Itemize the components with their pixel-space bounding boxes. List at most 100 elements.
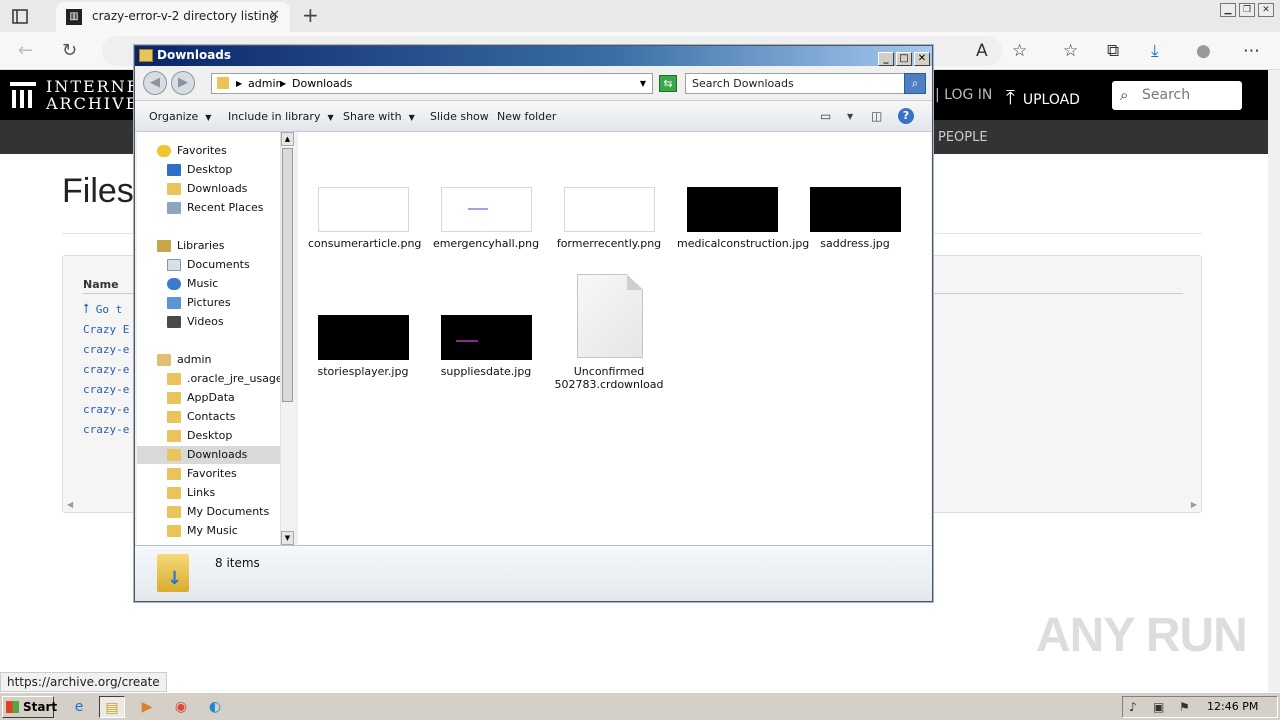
breadcrumb-separator-icon[interactable]: ▶ bbox=[280, 74, 286, 93]
read-aloud-icon[interactable]: A bbox=[976, 41, 988, 61]
explorer-maximize-button[interactable]: □ bbox=[896, 52, 912, 66]
close-button[interactable]: ✕ bbox=[1258, 3, 1274, 17]
ie-icon[interactable]: e bbox=[66, 696, 92, 718]
list-item[interactable]: crazy-e bbox=[83, 423, 129, 436]
nav-label: AppData bbox=[187, 391, 235, 404]
help-icon[interactable]: ? bbox=[898, 108, 914, 124]
taskbar: Start e ▤ ▶ ◉ ◐ ♪ ▣ ⚑ 12:46 PM bbox=[0, 692, 1280, 720]
edge-icon[interactable]: ◐ bbox=[202, 696, 228, 718]
music-icon bbox=[167, 278, 181, 290]
minimize-button[interactable]: ▁ bbox=[1220, 3, 1236, 17]
profile-icon[interactable]: ● bbox=[1196, 41, 1211, 61]
back-arrow-icon[interactable]: ◀ bbox=[143, 71, 167, 95]
file-item[interactable]: suppliesdate.jpg bbox=[431, 315, 541, 385]
share-with-menu[interactable]: Share with ▼ bbox=[343, 110, 415, 123]
explorer-title-bar[interactable]: Downloads _ □ ✕ bbox=[135, 46, 932, 66]
archive-favicon-icon: ▥ bbox=[66, 9, 82, 25]
scroll-up-icon[interactable]: ▲ bbox=[281, 132, 294, 146]
explorer-minimize-button[interactable]: _ bbox=[878, 52, 894, 66]
volume-icon[interactable]: ♪ bbox=[1129, 700, 1137, 714]
archive-search-input[interactable]: ⌕ Search bbox=[1112, 81, 1242, 110]
nav-label: Documents bbox=[187, 258, 250, 271]
upload-button[interactable]: ⤒ UPLOAD bbox=[1006, 85, 1080, 109]
start-button[interactable]: Start bbox=[2, 696, 57, 718]
preview-pane-icon[interactable]: ◫ bbox=[871, 109, 882, 123]
desktop-folder-icon bbox=[167, 430, 181, 442]
list-item[interactable]: crazy-e bbox=[83, 363, 129, 376]
tab-actions-icon[interactable] bbox=[8, 5, 32, 27]
archive-logo-icon[interactable] bbox=[10, 82, 36, 108]
column-header-name[interactable]: Name bbox=[83, 278, 119, 291]
collections-icon[interactable]: ⧉ bbox=[1107, 41, 1119, 61]
refresh-icon[interactable]: ↻ bbox=[62, 40, 77, 61]
media-player-icon[interactable]: ▶ bbox=[134, 696, 160, 718]
breadcrumb-admin[interactable]: admin bbox=[248, 74, 282, 93]
search-icon[interactable]: ⌕ bbox=[904, 73, 926, 94]
new-tab-button[interactable]: + bbox=[302, 3, 319, 27]
slide-show-button[interactable]: Slide show bbox=[430, 110, 489, 123]
organize-menu[interactable]: Organize ▼ bbox=[149, 110, 211, 123]
nav-pane-scrollbar[interactable]: ▲ ▼ bbox=[280, 132, 294, 545]
status-url: https://archive.org/create bbox=[0, 672, 167, 692]
flag-icon[interactable]: ⚑ bbox=[1179, 700, 1190, 714]
change-view-icon[interactable]: ▭ bbox=[820, 109, 831, 123]
downloads-folder-icon bbox=[217, 77, 229, 89]
login-link[interactable]: | LOG IN bbox=[935, 87, 992, 103]
page-scrollbar[interactable] bbox=[1268, 70, 1280, 692]
list-item[interactable]: crazy-e bbox=[83, 383, 129, 396]
folder-icon bbox=[167, 373, 181, 385]
address-dropdown-icon[interactable]: ▼ bbox=[640, 74, 646, 93]
view-dropdown-icon[interactable]: ▼ bbox=[847, 112, 853, 121]
breadcrumb-downloads[interactable]: Downloads bbox=[292, 74, 352, 93]
browser-tab[interactable]: ▥ crazy-error-v-2 directory listing ✕ bbox=[56, 2, 290, 32]
tab-close-icon[interactable]: ✕ bbox=[269, 8, 280, 23]
explorer-icon[interactable]: ▤ bbox=[99, 696, 125, 718]
nav-folder-downloads[interactable]: Downloads bbox=[137, 446, 280, 464]
file-name: emergencyhall.png bbox=[432, 237, 540, 250]
upload-label: UPLOAD bbox=[1022, 92, 1080, 108]
explorer-search-input[interactable]: Search Downloads ⌕ bbox=[685, 73, 926, 94]
file-item[interactable]: formerrecently.png bbox=[554, 187, 664, 267]
parent-directory-link[interactable]: ⭡ Go t bbox=[83, 302, 122, 317]
favorites-icon[interactable]: ☆ bbox=[1063, 41, 1078, 61]
more-icon[interactable]: ⋯ bbox=[1243, 41, 1260, 61]
archive-logo-text[interactable]: INTERNE ARCHIVE bbox=[46, 78, 140, 112]
scroll-thumb[interactable] bbox=[282, 148, 293, 402]
scroll-left-icon[interactable]: ◀ bbox=[67, 500, 73, 509]
scroll-down-icon[interactable]: ▼ bbox=[281, 531, 294, 545]
explorer-address-bar[interactable]: ▶ admin ▶ Downloads ▼ bbox=[211, 73, 653, 94]
include-in-library-label: Include in library bbox=[228, 110, 321, 123]
page-title: Files bbox=[62, 172, 134, 210]
list-item[interactable]: crazy-e bbox=[83, 343, 129, 356]
list-item[interactable]: Crazy E bbox=[83, 323, 129, 336]
breadcrumb-separator-icon[interactable]: ▶ bbox=[236, 74, 242, 93]
scroll-right-icon[interactable]: ▶ bbox=[1191, 500, 1197, 509]
refresh-icon[interactable]: ⇆ bbox=[659, 75, 677, 92]
clock[interactable]: 12:46 PM bbox=[1207, 700, 1258, 713]
file-item[interactable]: medicalconstruction.jpg bbox=[677, 187, 809, 267]
chevron-down-icon: ▼ bbox=[327, 113, 334, 122]
nav-people-link[interactable]: PEOPLE bbox=[938, 130, 988, 145]
file-item[interactable]: emergencyhall.png bbox=[431, 187, 541, 267]
item-count: 8 items bbox=[215, 556, 260, 570]
file-item[interactable]: Unconfirmed 502783.crdownload bbox=[554, 274, 664, 392]
nav-label: .oracle_jre_usage bbox=[187, 372, 283, 385]
chrome-icon[interactable]: ◉ bbox=[168, 696, 194, 718]
search-placeholder: Search bbox=[1142, 87, 1191, 103]
add-favorite-icon[interactable]: ☆ bbox=[1012, 41, 1027, 61]
file-item[interactable]: saddress.jpg bbox=[800, 187, 910, 267]
new-folder-button[interactable]: New folder bbox=[497, 110, 556, 123]
back-icon[interactable]: ← bbox=[18, 40, 33, 61]
image-thumbnail bbox=[318, 315, 409, 360]
file-item[interactable]: consumerarticle.png bbox=[308, 187, 421, 267]
list-item[interactable]: crazy-e bbox=[83, 403, 129, 416]
downloads-icon[interactable]: ⤓ bbox=[1151, 41, 1159, 61]
nav-label: My Documents bbox=[187, 505, 270, 518]
explorer-close-button[interactable]: ✕ bbox=[914, 52, 930, 66]
restore-button[interactable]: ❐ bbox=[1239, 3, 1255, 17]
network-icon[interactable]: ▣ bbox=[1153, 700, 1164, 714]
forward-arrow-icon[interactable]: ▶ bbox=[171, 71, 195, 95]
file-item[interactable]: storiesplayer.jpg bbox=[308, 315, 418, 385]
include-in-library-menu[interactable]: Include in library ▼ bbox=[228, 110, 334, 123]
user-folder-icon bbox=[157, 354, 171, 366]
